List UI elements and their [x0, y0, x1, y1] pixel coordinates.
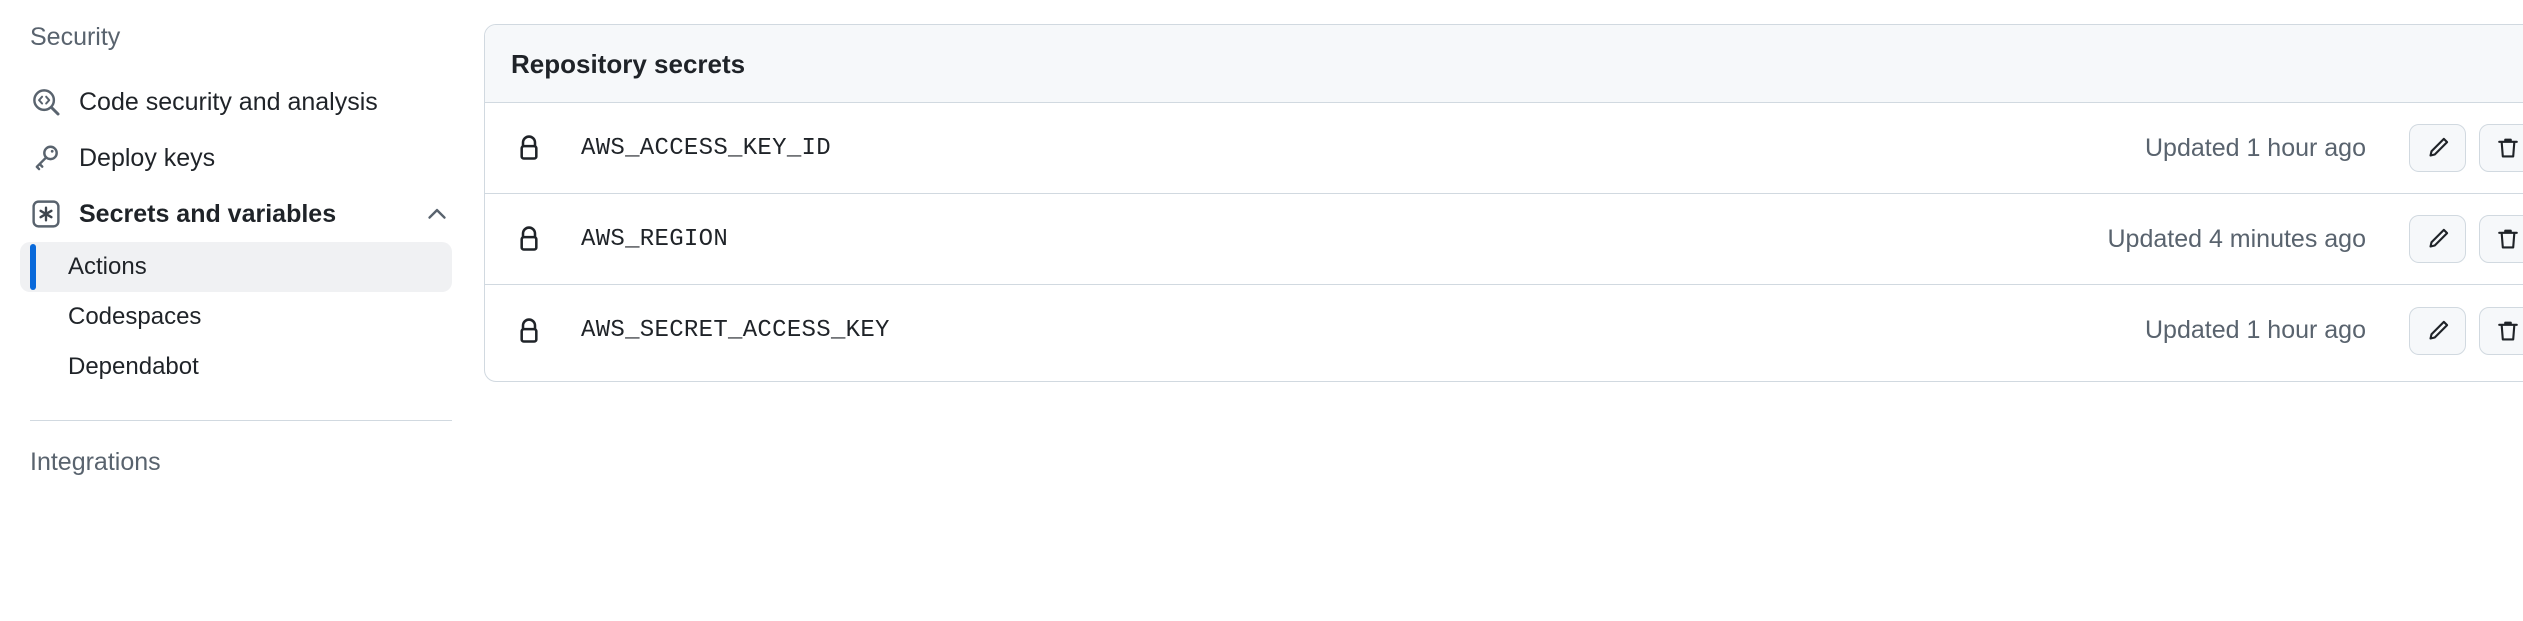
sidebar-item-secrets-and-variables[interactable]: Secrets and variables — [12, 186, 452, 242]
sidebar-subitem-label: Dependabot — [68, 355, 199, 379]
trash-icon — [2495, 135, 2521, 161]
settings-page: Security Code security and analysis — [0, 0, 2523, 621]
chevron-up-icon[interactable] — [422, 199, 452, 229]
secret-updated-timestamp: Updated 1 hour ago — [2145, 136, 2366, 161]
delete-secret-button[interactable] — [2479, 215, 2523, 263]
code-scan-icon — [30, 86, 62, 118]
sidebar-item-dependabot[interactable]: Dependabot — [20, 342, 452, 392]
lock-icon — [513, 132, 545, 164]
secret-name: AWS_SECRET_ACCESS_KEY — [581, 317, 890, 344]
edit-icon — [2425, 318, 2451, 344]
trash-icon — [2495, 318, 2521, 344]
asterisk-box-icon — [30, 198, 62, 230]
secret-updated-timestamp: Updated 1 hour ago — [2145, 318, 2366, 343]
sidebar-divider — [30, 420, 452, 421]
card-header: Repository secrets — [485, 25, 2523, 103]
sidebar-heading-integrations: Integrations — [0, 447, 484, 477]
delete-secret-button[interactable] — [2479, 124, 2523, 172]
edit-icon — [2425, 135, 2451, 161]
lock-icon — [513, 315, 545, 347]
secret-name: AWS_REGION — [581, 226, 728, 253]
sidebar-subitem-label: Codespaces — [68, 305, 201, 329]
trash-icon — [2495, 226, 2521, 252]
page-title: Repository secrets — [511, 51, 745, 77]
edit-secret-button[interactable] — [2409, 307, 2466, 355]
edit-icon — [2425, 226, 2451, 252]
sidebar-item-code-security-and-analysis[interactable]: Code security and analysis — [12, 74, 452, 130]
sidebar-item-deploy-keys[interactable]: Deploy keys — [12, 130, 452, 186]
main-content: Repository secrets AWS_ACCESS_KEY_ID Upd… — [484, 0, 2523, 621]
table-row: AWS_REGION Updated 4 minutes ago — [485, 194, 2523, 285]
key-icon — [30, 142, 62, 174]
edit-secret-button[interactable] — [2409, 215, 2466, 263]
secret-name: AWS_ACCESS_KEY_ID — [581, 135, 831, 162]
table-row: AWS_SECRET_ACCESS_KEY Updated 1 hour ago — [485, 285, 2523, 376]
active-indicator — [30, 244, 36, 290]
lock-icon — [513, 223, 545, 255]
sidebar-subitem-label: Actions — [68, 255, 147, 279]
sidebar-heading-security: Security — [0, 22, 484, 52]
delete-secret-button[interactable] — [2479, 307, 2523, 355]
table-row: AWS_ACCESS_KEY_ID Updated 1 hour ago — [485, 103, 2523, 194]
sidebar-item-codespaces[interactable]: Codespaces — [20, 292, 452, 342]
sidebar-item-actions[interactable]: Actions — [20, 242, 452, 292]
settings-sidebar: Security Code security and analysis — [0, 0, 484, 621]
edit-secret-button[interactable] — [2409, 124, 2466, 172]
sidebar-item-label: Secrets and variables — [79, 202, 336, 227]
sidebar-item-label: Deploy keys — [79, 146, 215, 171]
secret-updated-timestamp: Updated 4 minutes ago — [2107, 227, 2366, 252]
sidebar-item-label: Code security and analysis — [79, 90, 378, 115]
repository-secrets-card: Repository secrets AWS_ACCESS_KEY_ID Upd… — [484, 24, 2523, 382]
